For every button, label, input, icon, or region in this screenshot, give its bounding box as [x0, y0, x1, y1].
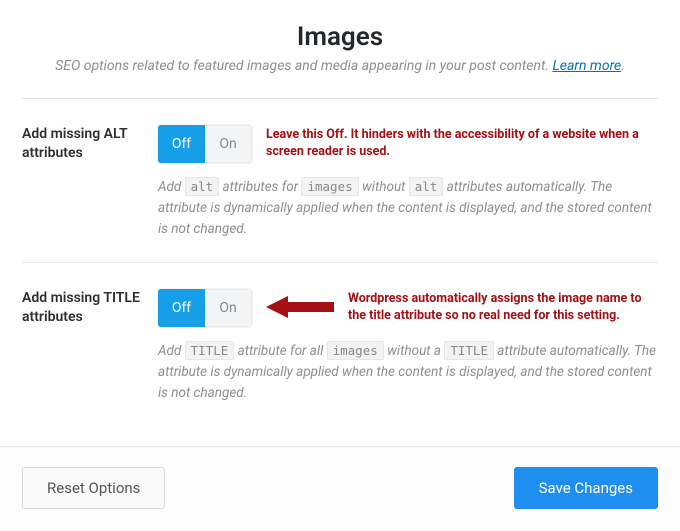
setting-label: Add missing TITLE attributes [22, 289, 140, 404]
footer-bar: Reset Options Save Changes [0, 446, 680, 529]
page-subtitle: SEO options related to featured images a… [22, 58, 658, 74]
arrow-left-icon [266, 296, 334, 318]
toggle[interactable]: OffOn [158, 289, 252, 327]
toggle-on[interactable]: On [205, 289, 252, 327]
code-token: TITLE [185, 341, 235, 360]
setting-description: Add TITLE attribute for all images witho… [158, 341, 658, 404]
setting-description: Add alt attributes for images without al… [158, 177, 658, 240]
code-token: images [327, 341, 384, 360]
save-button[interactable]: Save Changes [514, 467, 658, 509]
learn-more-link[interactable]: Learn more [552, 58, 621, 74]
toggle-off[interactable]: Off [158, 289, 205, 327]
toggle[interactable]: OffOn [158, 125, 252, 163]
code-token: TITLE [444, 341, 494, 360]
annotation-text: Wordpress automatically assigns the imag… [348, 289, 658, 325]
code-token: alt [185, 177, 220, 196]
setting-row: Add missing TITLE attributes OffOn Wordpre… [22, 262, 658, 426]
page-title: Images [22, 22, 658, 52]
toggle-on[interactable]: On [205, 125, 252, 163]
annotation-text: Leave this Off. It hinders with the acce… [266, 125, 658, 161]
code-token: alt [409, 177, 444, 196]
code-token: images [301, 177, 358, 196]
setting-label: Add missing ALT attributes [22, 125, 140, 240]
toggle-off[interactable]: Off [158, 125, 205, 163]
reset-button[interactable]: Reset Options [22, 467, 165, 509]
setting-row: Add missing ALT attributes OffOn Leave thi… [22, 98, 658, 262]
